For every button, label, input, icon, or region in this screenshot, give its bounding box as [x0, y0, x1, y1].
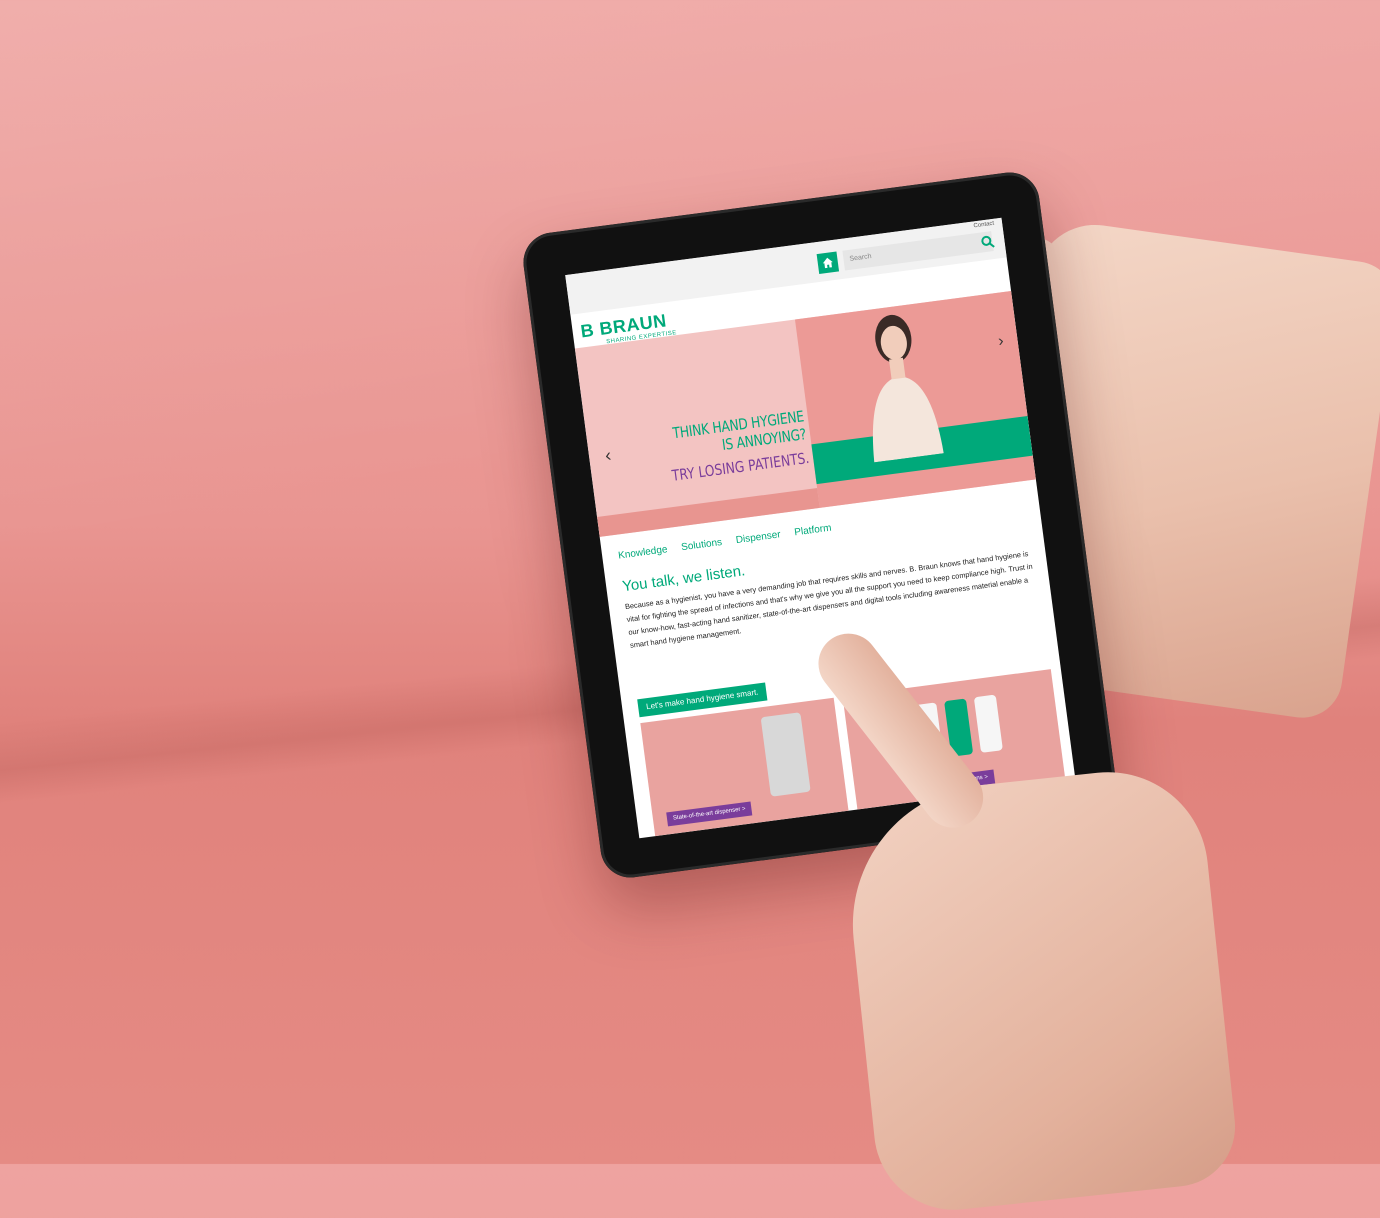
nav-item-solutions[interactable]: Solutions	[681, 537, 723, 553]
nav-item-platform[interactable]: Platform	[794, 523, 832, 539]
search-icon[interactable]	[980, 234, 996, 250]
dispenser-card-label[interactable]: State-of-the-art dispenser >	[666, 801, 753, 827]
bottle-image	[973, 694, 1003, 753]
tablet-frame: Contact Search B BRAUN SHARING EXPERTISE	[519, 168, 1121, 882]
content-body: Because as a hygienist, you have a very …	[624, 549, 1034, 650]
dispenser-card[interactable]: State-of-the-art dispenser >	[640, 697, 849, 837]
left-hand	[839, 762, 1241, 1218]
home-button[interactable]	[816, 251, 840, 274]
search-input[interactable]: Search	[842, 231, 994, 271]
contact-link[interactable]: Contact	[973, 221, 994, 230]
tablet-screen: Contact Search B BRAUN SHARING EXPERTISE	[565, 217, 1076, 839]
hero-prev-arrow-icon[interactable]: ‹	[604, 445, 613, 467]
tablet: Contact Search B BRAUN SHARING EXPERTISE	[519, 168, 1121, 882]
hero-person-image	[872, 314, 944, 463]
nav-item-dispenser[interactable]: Dispenser	[735, 529, 781, 546]
nav-item-knowledge[interactable]: Knowledge	[618, 544, 668, 561]
dispenser-image	[760, 712, 811, 797]
home-icon	[822, 257, 833, 269]
